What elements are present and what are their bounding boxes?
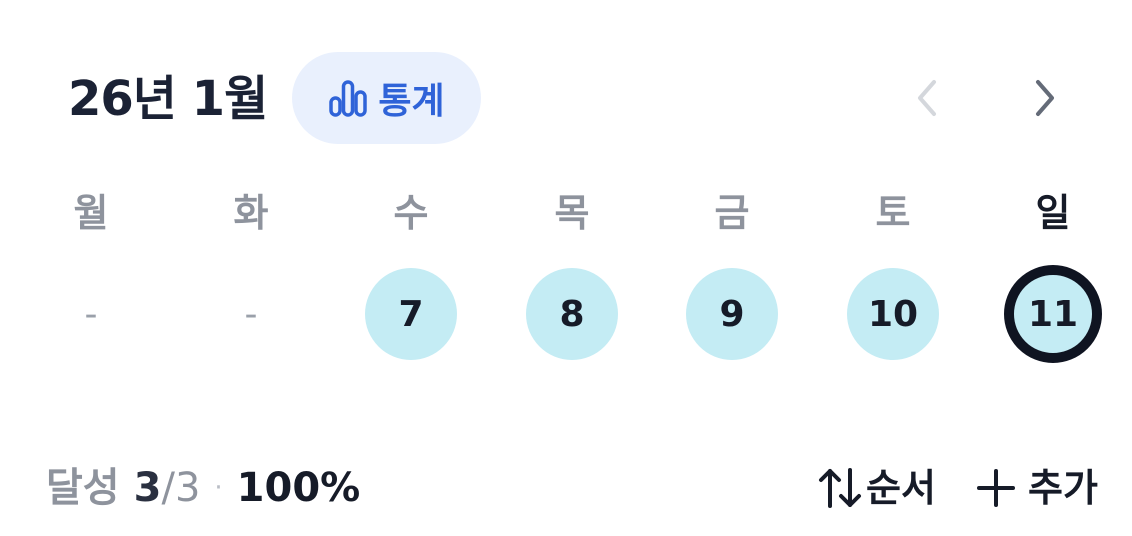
add-label: 추가 [1028,466,1098,510]
separator-dot: · [214,473,223,503]
chevron-right-icon [1036,80,1054,116]
day-cell-9[interactable]: 9 [686,268,778,360]
add-button[interactable]: 추가 [976,462,1098,514]
achievement-percent: 100% [236,465,361,511]
day-cell-11-selected[interactable]: 11 [1004,265,1102,363]
weekday-mon: 월 [73,191,109,235]
prev-month-button[interactable] [897,68,957,128]
weekday-fri: 금 [714,191,750,235]
chevron-left-icon [918,80,936,116]
achievement-label: 달성 [46,465,120,511]
next-month-button[interactable] [1015,68,1075,128]
calendar-widget: 26년 1월 통계 월 화 수 목 금 토 일 - - 7 8 9 10 11 … [0,0,1132,536]
month-title: 26년 1월 [68,71,268,127]
stats-label: 통계 [378,81,445,122]
achievement-done-count: 3 [133,465,162,511]
achievement-summary: 달성 3 / 3 · 100% [46,462,360,514]
bar-chart-icon [329,80,368,117]
day-cell-8[interactable]: 8 [526,268,618,360]
day-cell-mon: - [84,293,98,335]
stats-button[interactable]: 통계 [292,52,481,144]
order-label: 순서 [866,466,936,510]
weekday-tue: 화 [233,191,269,235]
day-cell-7[interactable]: 7 [365,268,457,360]
day-cell-tue: - [244,293,258,335]
plus-icon [977,469,1015,507]
weekday-sat: 토 [875,191,911,235]
achievement-slash: / [161,465,175,511]
weekday-sun: 일 [1035,191,1071,235]
order-button[interactable]: 순서 [816,462,936,514]
sort-arrows-icon [819,468,861,508]
achievement-total-count: 3 [174,465,201,511]
day-cell-10[interactable]: 10 [847,268,939,360]
weekday-thu: 목 [554,191,590,235]
weekday-wed: 수 [393,191,429,235]
